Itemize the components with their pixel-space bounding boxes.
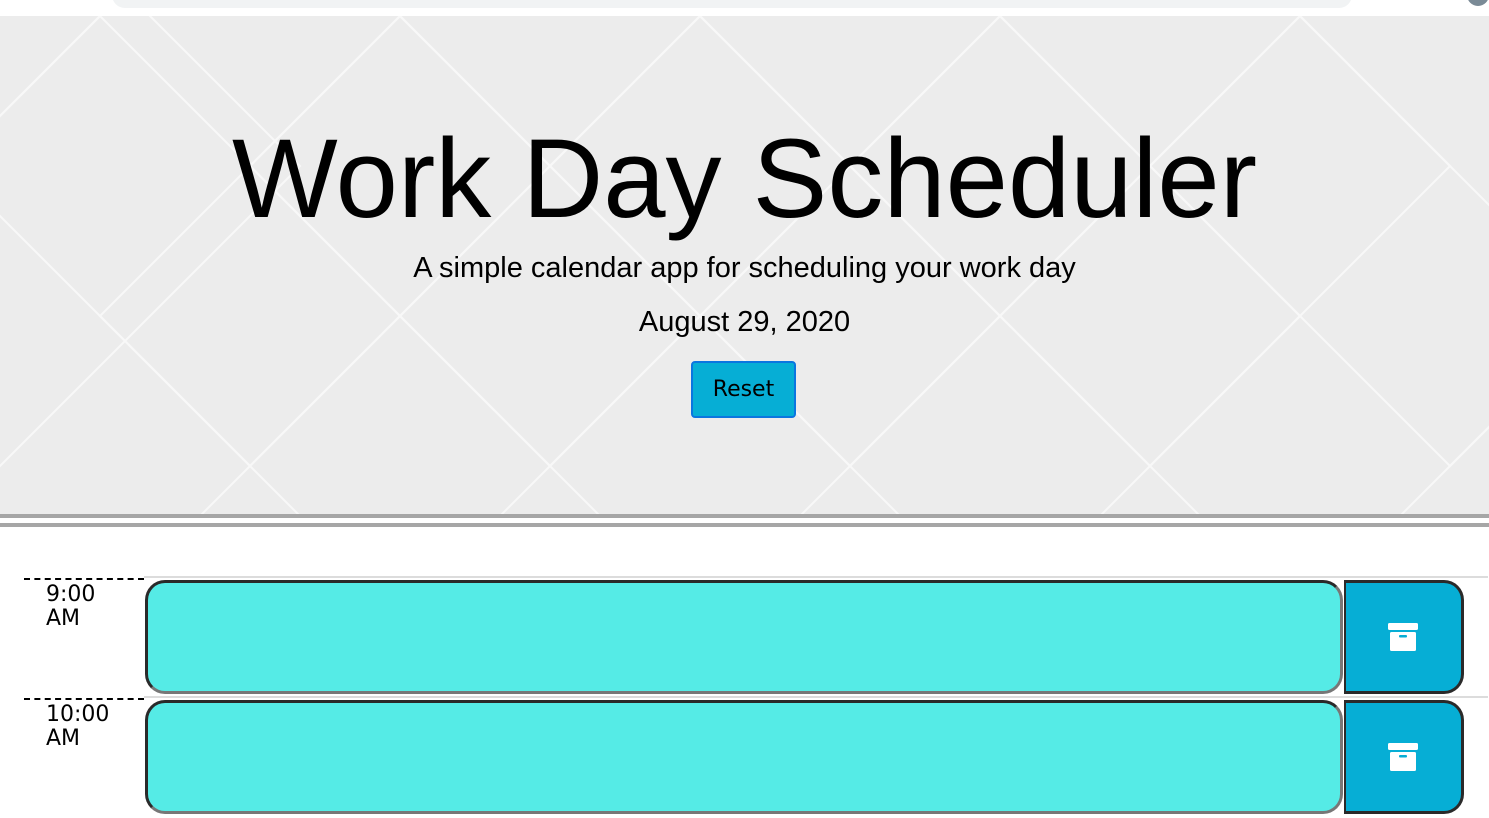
time-block-row: 9:00 AM xyxy=(24,576,1488,698)
header-divider-bottom xyxy=(0,523,1489,527)
event-description-input[interactable] xyxy=(145,580,1343,694)
page-subtitle: A simple calendar app for scheduling you… xyxy=(413,252,1076,284)
row-separator xyxy=(144,696,1488,698)
archive-icon xyxy=(1388,743,1418,771)
hour-label: 10:00 AM xyxy=(24,698,144,816)
time-block-row: 10:00 AM xyxy=(24,696,1488,818)
hour-meridiem: AM xyxy=(46,606,81,631)
address-bar[interactable] xyxy=(112,0,1352,8)
header-jumbotron: Work Day Scheduler A simple calendar app… xyxy=(0,16,1489,514)
browser-toolbar xyxy=(0,0,1489,17)
current-date: August 29, 2020 xyxy=(638,306,851,338)
profile-avatar[interactable] xyxy=(1467,0,1489,6)
event-description-input[interactable] xyxy=(145,700,1343,814)
reset-button[interactable]: Reset xyxy=(691,361,796,418)
page-title: Work Day Scheduler xyxy=(231,116,1257,241)
save-button[interactable] xyxy=(1344,700,1464,814)
hour-time: 10:00 xyxy=(46,702,110,727)
archive-icon xyxy=(1388,623,1418,651)
row-separator xyxy=(144,576,1488,578)
hour-label: 9:00 AM xyxy=(24,578,144,696)
save-button[interactable] xyxy=(1344,580,1464,694)
hour-time: 9:00 xyxy=(46,582,96,607)
header-divider-top xyxy=(0,514,1489,518)
hour-meridiem: AM xyxy=(46,726,81,751)
